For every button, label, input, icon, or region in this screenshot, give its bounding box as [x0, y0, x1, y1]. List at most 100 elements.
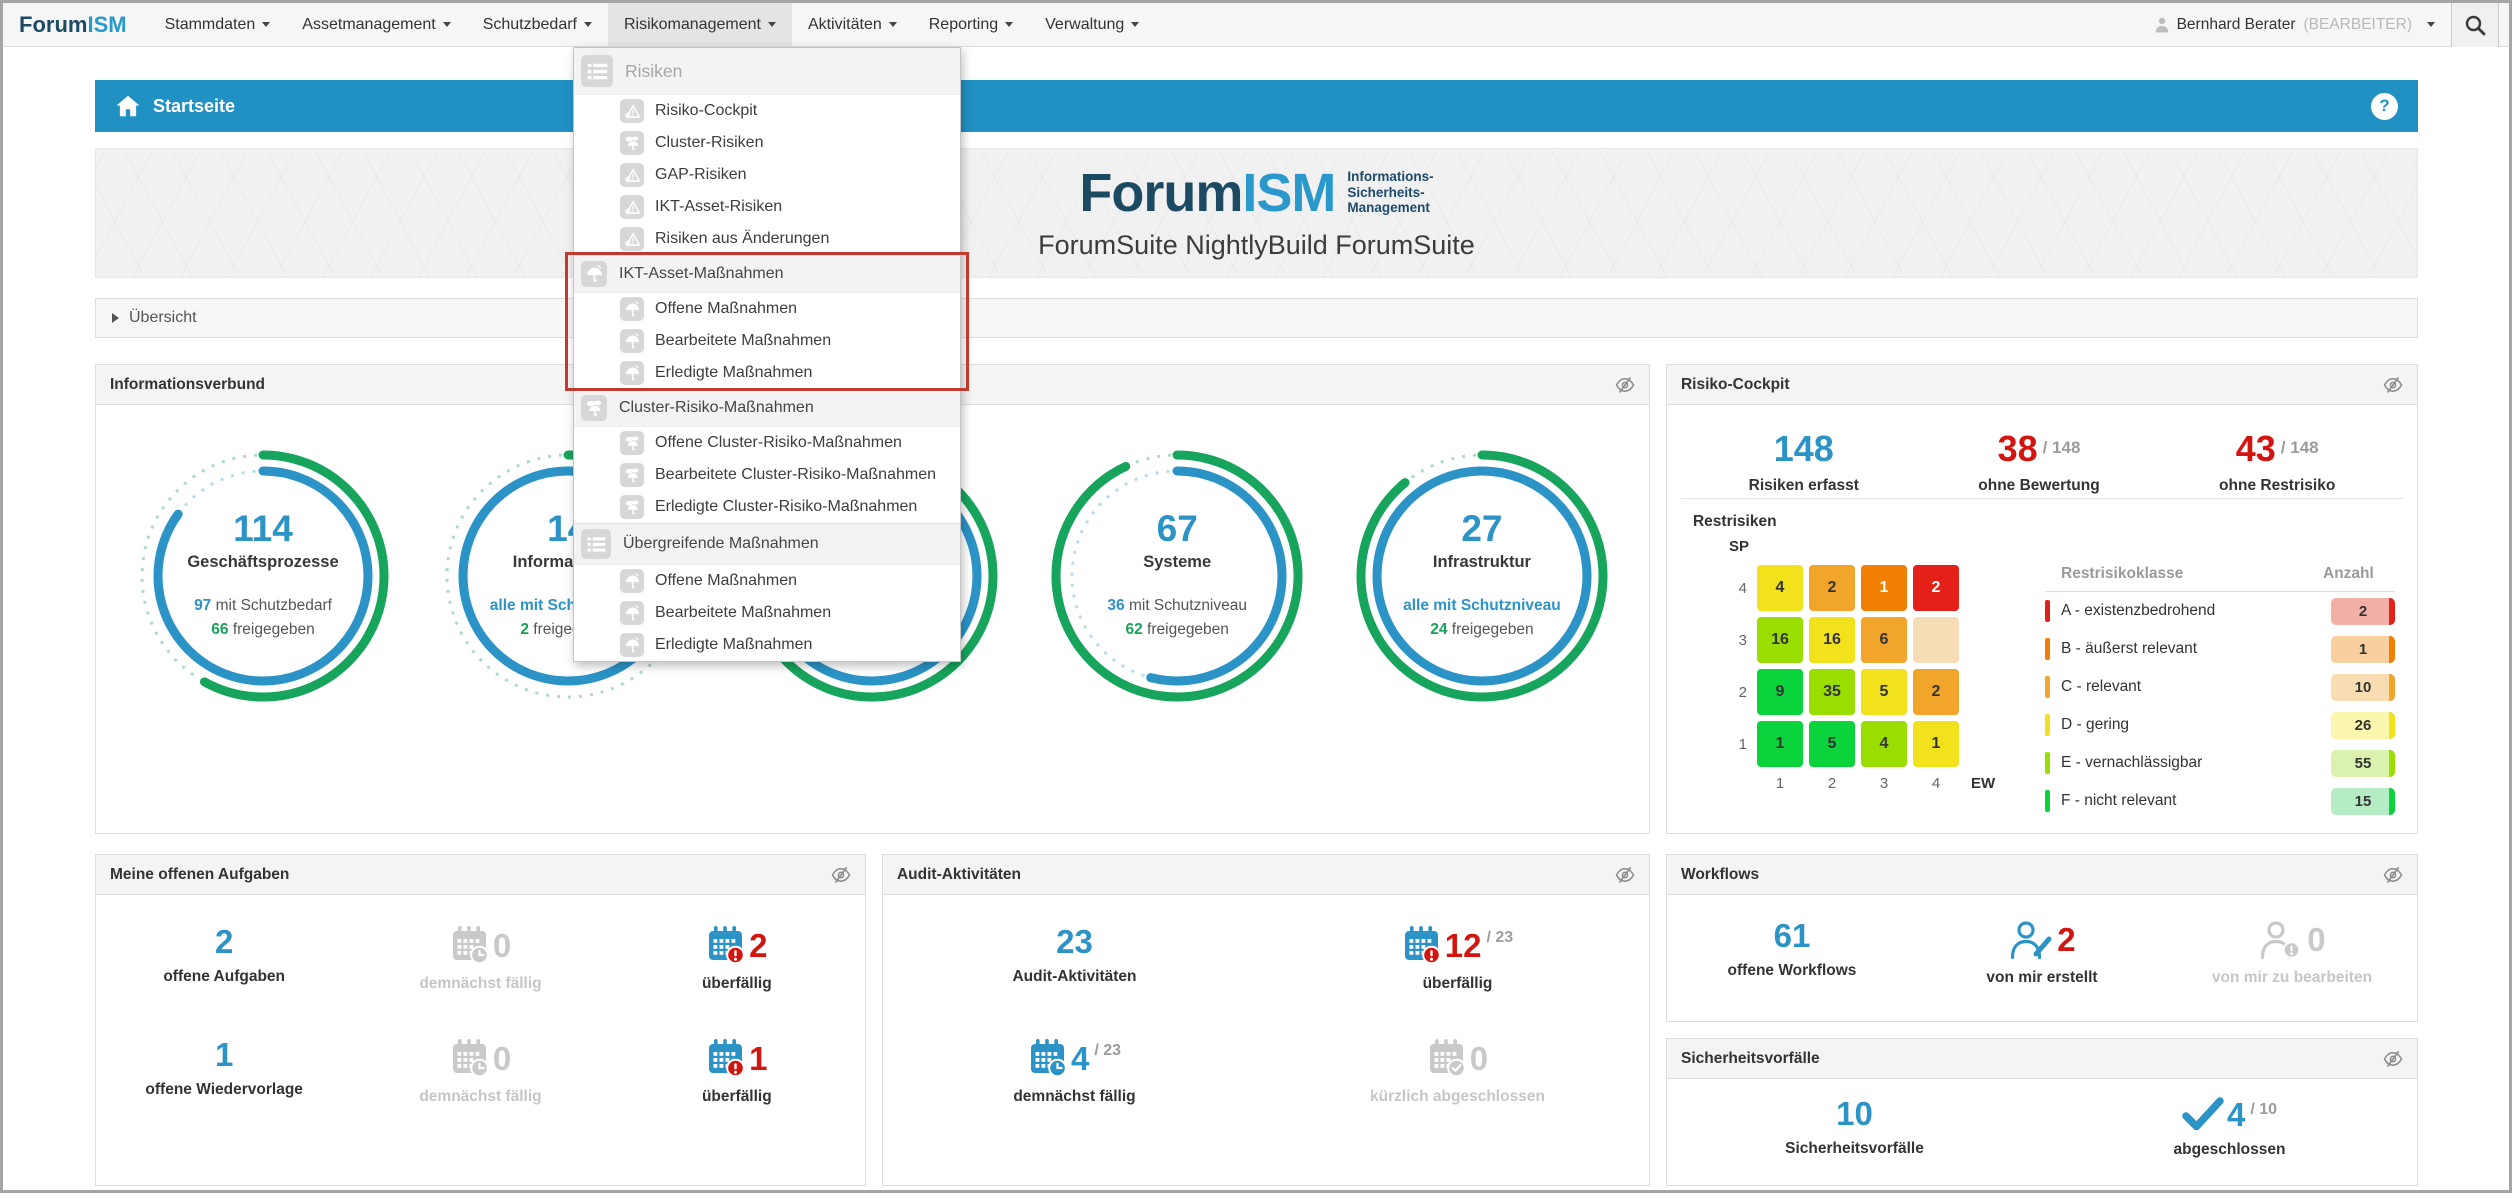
dropdown-item-gap-risiken[interactable]: GAP-Risiken — [574, 159, 960, 191]
risikomanagement-dropdown: RisikenRisiko-CockpitCluster-RisikenGAP-… — [573, 47, 961, 662]
stat-label: demnächst fällig — [1013, 1088, 1135, 1106]
stat-von-mir-erstellt: 2von mir erstellt — [1917, 919, 2167, 987]
dropdown-item-label: Risiken aus Änderungen — [655, 230, 829, 248]
menu-assetmanagement[interactable]: Assetmanagement — [286, 3, 466, 46]
uebersicht-toggle[interactable]: Übersicht — [95, 298, 2418, 338]
matrix-cell: 16 — [1809, 617, 1855, 663]
eye-slash-icon[interactable] — [2383, 865, 2403, 885]
tagline-line: Management — [1347, 200, 1433, 216]
risk-matrix-grid: 4421231616629355211541 — [1729, 565, 1995, 767]
stat-number: 23 — [1056, 925, 1093, 958]
matrix-cell: 1 — [1861, 565, 1907, 611]
dropdown-item-offene-cluster-risiko-massnahmen[interactable]: Offene Cluster-Risiko-Maßnahmen — [574, 427, 960, 459]
menu-verwaltung[interactable]: Verwaltung — [1029, 3, 1155, 46]
user-menu[interactable]: Bernhard Berater (BEARBEITER) — [2139, 16, 2451, 34]
matrix-cell — [1913, 617, 1959, 663]
dropdown-item-erledigte-massnahmen[interactable]: Erledigte Maßnahmen — [574, 629, 960, 661]
dropdown-item-label: Erledigte Maßnahmen — [655, 364, 812, 382]
user-role: (BEARBEITER) — [2303, 16, 2412, 34]
circle-line: 97 mit Schutzbedarf — [194, 594, 332, 618]
stat-label: demnächst fällig — [419, 975, 541, 993]
eye-slash-icon[interactable] — [831, 865, 851, 885]
class-label: D - gering — [2061, 716, 2331, 734]
circle-line: 62 freigegeben — [1125, 618, 1228, 642]
dropdown-item-cluster-risiken[interactable]: Cluster-Risiken — [574, 127, 960, 159]
badge-edge — [2389, 636, 2395, 663]
caret-down-icon — [1131, 22, 1139, 27]
class-count: 15 — [2355, 793, 2372, 810]
stat-offene-aufgaben: 2offene Aufgaben — [96, 925, 352, 993]
dropdown-item-erledigte-cluster-risiko-massnahmen[interactable]: Erledigte Cluster-Risiko-Maßnahmen — [574, 491, 960, 523]
dropdown-header-ikt-asset-massnahmen: IKT-Asset-Maßnahmen — [574, 255, 960, 293]
person-edit-blue — [2008, 919, 2054, 959]
stat-label: kürzlich abgeschlossen — [1370, 1088, 1545, 1106]
stat-number: 2 — [749, 929, 767, 962]
dropdown-item-bearbeitete-cluster-risiko-massnahmen[interactable]: Bearbeitete Cluster-Risiko-Maßnahmen — [574, 459, 960, 491]
dropdown-item-offene-massnahmen[interactable]: Offene Maßnahmen — [574, 293, 960, 325]
caret-down-icon — [768, 22, 776, 27]
matrix-cell: 5 — [1861, 669, 1907, 715]
stat-abgeschlossen: 4/ 10 abgeschlossen — [2042, 1097, 2417, 1159]
menu-label: Verwaltung — [1045, 16, 1124, 34]
stat-value-row: 4/ 10 — [2182, 1097, 2277, 1131]
umbrella-icon — [620, 633, 644, 657]
dropdown-item-bearbeitete-massnahmen[interactable]: Bearbeitete Maßnahmen — [574, 325, 960, 357]
matrix-col-label: 3 — [1861, 775, 1907, 792]
stat-number: 12 — [1445, 929, 1482, 962]
class-label: E - vernachlässigbar — [2061, 754, 2331, 772]
calendar-clock-blue — [1028, 1038, 1068, 1078]
stat-demnachst-fallig: 0demnächst fällig — [352, 1038, 608, 1106]
stat-value-row: 1 — [215, 1038, 233, 1071]
circle-line-seg: freigegeben — [229, 621, 315, 638]
stat-label: offene Wiedervorlage — [145, 1081, 302, 1099]
dropdown-item-bearbeitete-massnahmen[interactable]: Bearbeitete Maßnahmen — [574, 597, 960, 629]
stat-total: / 10 — [2250, 1101, 2277, 1119]
matrix-col-label: 1 — [1757, 775, 1803, 792]
stat-number: 0 — [2307, 923, 2325, 956]
class-count-badge: 2 — [2331, 598, 2395, 625]
cluster-umbrella-icon — [581, 395, 607, 421]
top-navbar: ForumISM StammdatenAssetmanagementSchutz… — [3, 3, 2509, 47]
dropdown-item-label: Offene Maßnahmen — [655, 572, 797, 590]
tagline-line: Sicherheits- — [1347, 185, 1433, 201]
eye-slash-icon[interactable] — [2383, 375, 2403, 395]
circle-text: 27Infrastrukturalle mit Schutzniveau24 f… — [1353, 447, 1611, 705]
app-logo[interactable]: ForumISM — [3, 3, 149, 46]
stat-total: / 148 — [2043, 438, 2081, 458]
class-count: 10 — [2355, 679, 2372, 696]
class-count-badge: 26 — [2331, 712, 2395, 739]
dropdown-item-ikt-asset-risiken[interactable]: IKT-Asset-Risiken — [574, 191, 960, 223]
panel-workflows: Workflows 61offene Workflows2von mir ers… — [1666, 854, 2418, 1022]
stat-label: abgeschlossen — [2173, 1141, 2285, 1159]
menu-aktivitaten[interactable]: Aktivitäten — [792, 3, 913, 46]
menu-schutzbedarf[interactable]: Schutzbedarf — [467, 3, 608, 46]
restrisiken-label: Restrisiken — [1693, 513, 2397, 531]
brand-part2: ISM — [87, 12, 126, 38]
circle-line-seg: mit Schutzbedarf — [211, 597, 332, 614]
stat-total: / 148 — [2281, 438, 2319, 458]
umbrella-icon — [581, 261, 607, 287]
uebersicht-label: Übersicht — [129, 309, 197, 327]
stat-value-row: 61 — [1774, 919, 1811, 952]
eye-slash-icon[interactable] — [2383, 1049, 2403, 1069]
dropdown-item-risiken-aus-anderungen[interactable]: Risiken aus Änderungen — [574, 223, 960, 255]
search-button[interactable] — [2451, 3, 2499, 47]
stat-grid: 10Sicherheitsvorfälle4/ 10abgeschlossen — [1667, 1079, 2417, 1159]
dropdown-item-label: Bearbeitete Maßnahmen — [655, 332, 831, 350]
menu-stammdaten[interactable]: Stammdaten — [149, 3, 287, 46]
menu-risikomanagement[interactable]: Risikomanagement — [608, 3, 792, 46]
help-icon[interactable]: ? — [2371, 93, 2398, 120]
eye-slash-icon[interactable] — [1615, 375, 1635, 395]
stat-number: 0 — [493, 929, 511, 962]
stat-number: 10 — [1836, 1097, 1873, 1130]
tagline-line: Informations- — [1347, 169, 1433, 185]
dropdown-item-offene-massnahmen[interactable]: Offene Maßnahmen — [574, 565, 960, 597]
eye-slash-icon[interactable] — [1615, 865, 1635, 885]
dropdown-item-risiko-cockpit[interactable]: Risiko-Cockpit — [574, 95, 960, 127]
stat-number: 61 — [1774, 919, 1811, 952]
risk-class-row-a-existenzbedrohend: A - existenzbedrohend2 — [2045, 592, 2395, 630]
risk-warning-icon — [620, 227, 644, 251]
menu-reporting[interactable]: Reporting — [913, 3, 1029, 46]
stat-value-row: 0 — [2258, 919, 2325, 959]
dropdown-item-erledigte-massnahmen[interactable]: Erledigte Maßnahmen — [574, 357, 960, 389]
